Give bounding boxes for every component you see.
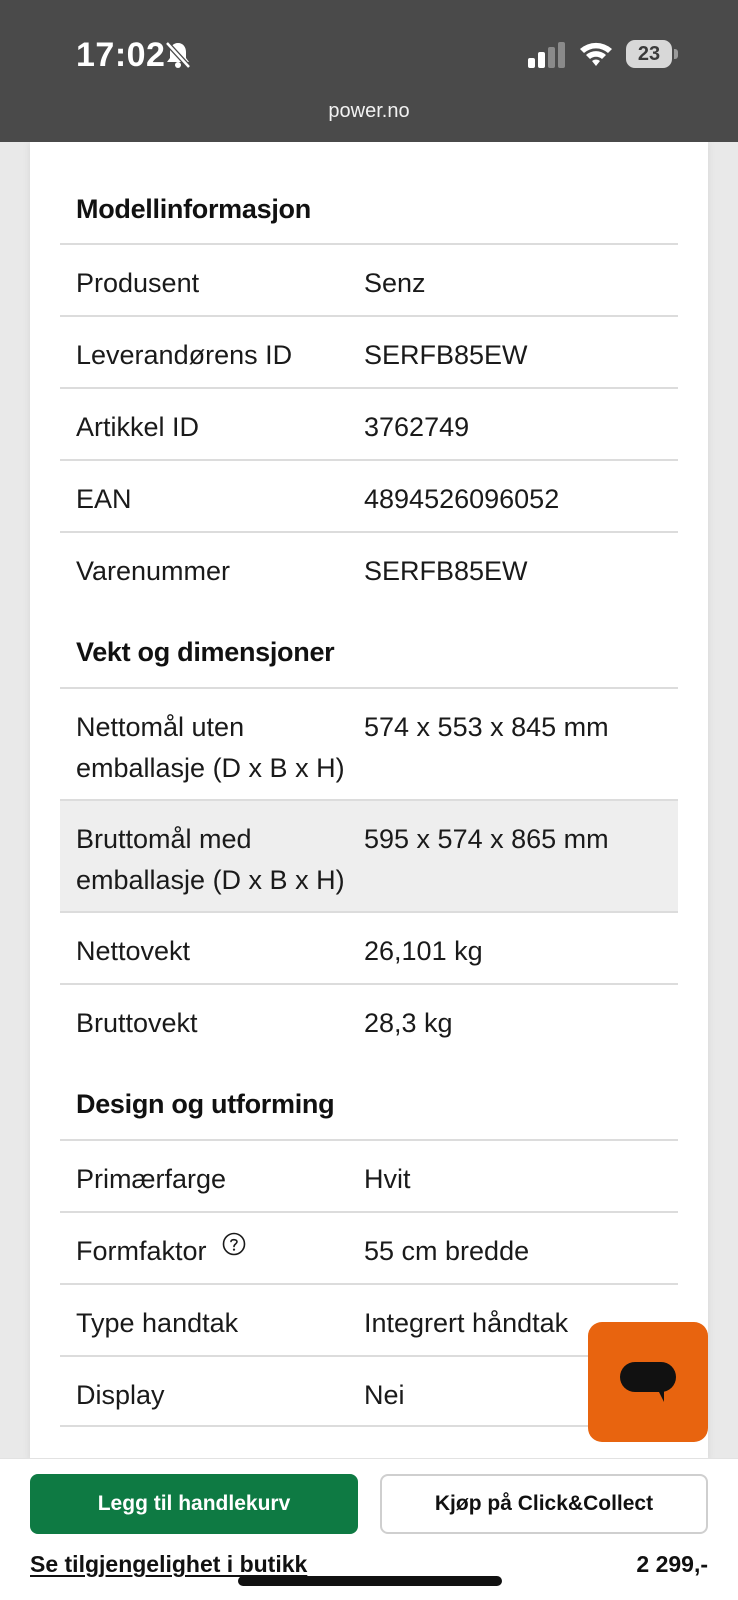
- spec-row: Nettovekt 26,101 kg: [60, 911, 678, 983]
- spec-row: Artikkel ID 3762749: [60, 387, 678, 459]
- spec-row-hovered: Bruttomål med emballasje (D x B x H) 595…: [60, 799, 678, 911]
- spec-label: Formfaktor: [76, 1236, 207, 1266]
- product-price: 2 299,-: [636, 1551, 708, 1577]
- spec-row: Produsent Senz: [60, 243, 678, 315]
- spec-value: 4894526096052: [364, 484, 560, 514]
- spec-label: Varenummer: [76, 556, 231, 586]
- signal-icon: [528, 42, 565, 68]
- battery-tip: [674, 49, 678, 59]
- spec-value: 26,101 kg: [364, 936, 483, 966]
- spec-value: Hvit: [364, 1164, 411, 1194]
- spec-label: Nettomål uten emballasje (D x B x H): [76, 707, 366, 789]
- spec-label-with-help: Formfaktor: [76, 1231, 366, 1272]
- section-title-dimensions: Vekt og dimensjoner: [76, 637, 335, 667]
- chat-button[interactable]: [588, 1322, 708, 1442]
- url-bar[interactable]: power.no: [0, 100, 738, 123]
- spec-row: Leverandørens ID SERFB85EW: [60, 315, 678, 387]
- spec-row: Bruttovekt 28,3 kg: [60, 983, 678, 1055]
- spec-label: Bruttomål med emballasje (D x B x H): [76, 819, 366, 901]
- spec-value: 595 x 574 x 865 mm: [364, 824, 609, 854]
- bell-muted-icon: [165, 41, 191, 69]
- chat-bubble-icon: [620, 1362, 676, 1402]
- spec-label-line: Nettomål uten: [76, 712, 245, 742]
- spec-label: Primærfarge: [76, 1164, 227, 1194]
- spec-value: Senz: [364, 268, 426, 298]
- battery-icon: 23: [626, 40, 672, 68]
- spec-value: 55 cm bredde: [364, 1236, 530, 1266]
- spec-label-line: emballasje (D x B x H): [76, 865, 345, 895]
- spec-label-line: emballasje (D x B x H): [76, 753, 345, 783]
- spec-row: Type handtak Integrert håndtak: [60, 1283, 678, 1355]
- spec-row: Nettomål uten emballasje (D x B x H) 574…: [60, 687, 678, 799]
- home-indicator[interactable]: [238, 1576, 502, 1586]
- spec-value: 28,3 kg: [364, 1008, 453, 1038]
- help-circle-icon[interactable]: [222, 1232, 246, 1256]
- spec-label: Display: [76, 1380, 165, 1410]
- spec-row: Varenummer SERFB85EW: [60, 531, 678, 603]
- spec-label: Nettovekt: [76, 936, 191, 966]
- section-title-design: Design og utforming: [76, 1089, 335, 1119]
- section-title-model: Modellinformasjon: [76, 194, 311, 224]
- status-time: 17:02: [76, 36, 166, 74]
- spec-label: Produsent: [76, 268, 200, 298]
- spec-label: EAN: [76, 484, 132, 514]
- spec-label: Artikkel ID: [76, 412, 200, 442]
- store-availability-link[interactable]: Se tilgjengelighet i butikk: [30, 1551, 307, 1578]
- spec-value: 574 x 553 x 845 mm: [364, 712, 609, 742]
- spec-value: SERFB85EW: [364, 556, 528, 586]
- wifi-icon: [580, 42, 612, 66]
- spec-value: 3762749: [364, 412, 470, 442]
- add-to-cart-button[interactable]: Legg til handlekurv: [30, 1474, 358, 1534]
- spec-label-line: Bruttomål med: [76, 824, 252, 854]
- click-collect-button[interactable]: Kjøp på Click&Collect: [380, 1474, 708, 1534]
- product-specs-card: Modellinformasjon Produsent Senz Leveran…: [30, 142, 708, 1462]
- spec-label: Leverandørens ID: [76, 340, 293, 370]
- spec-row: Formfaktor 55 cm bredde: [60, 1211, 678, 1283]
- spec-label: Bruttovekt: [76, 1008, 198, 1038]
- browser-top-bar: 17:02 23 power.no: [0, 0, 738, 142]
- spec-row: Display Nei: [60, 1355, 678, 1427]
- spec-row: EAN 4894526096052: [60, 459, 678, 531]
- spec-value: SERFB85EW: [364, 340, 528, 370]
- spec-label: Type handtak: [76, 1308, 239, 1338]
- spec-row: Primærfarge Hvit: [60, 1139, 678, 1211]
